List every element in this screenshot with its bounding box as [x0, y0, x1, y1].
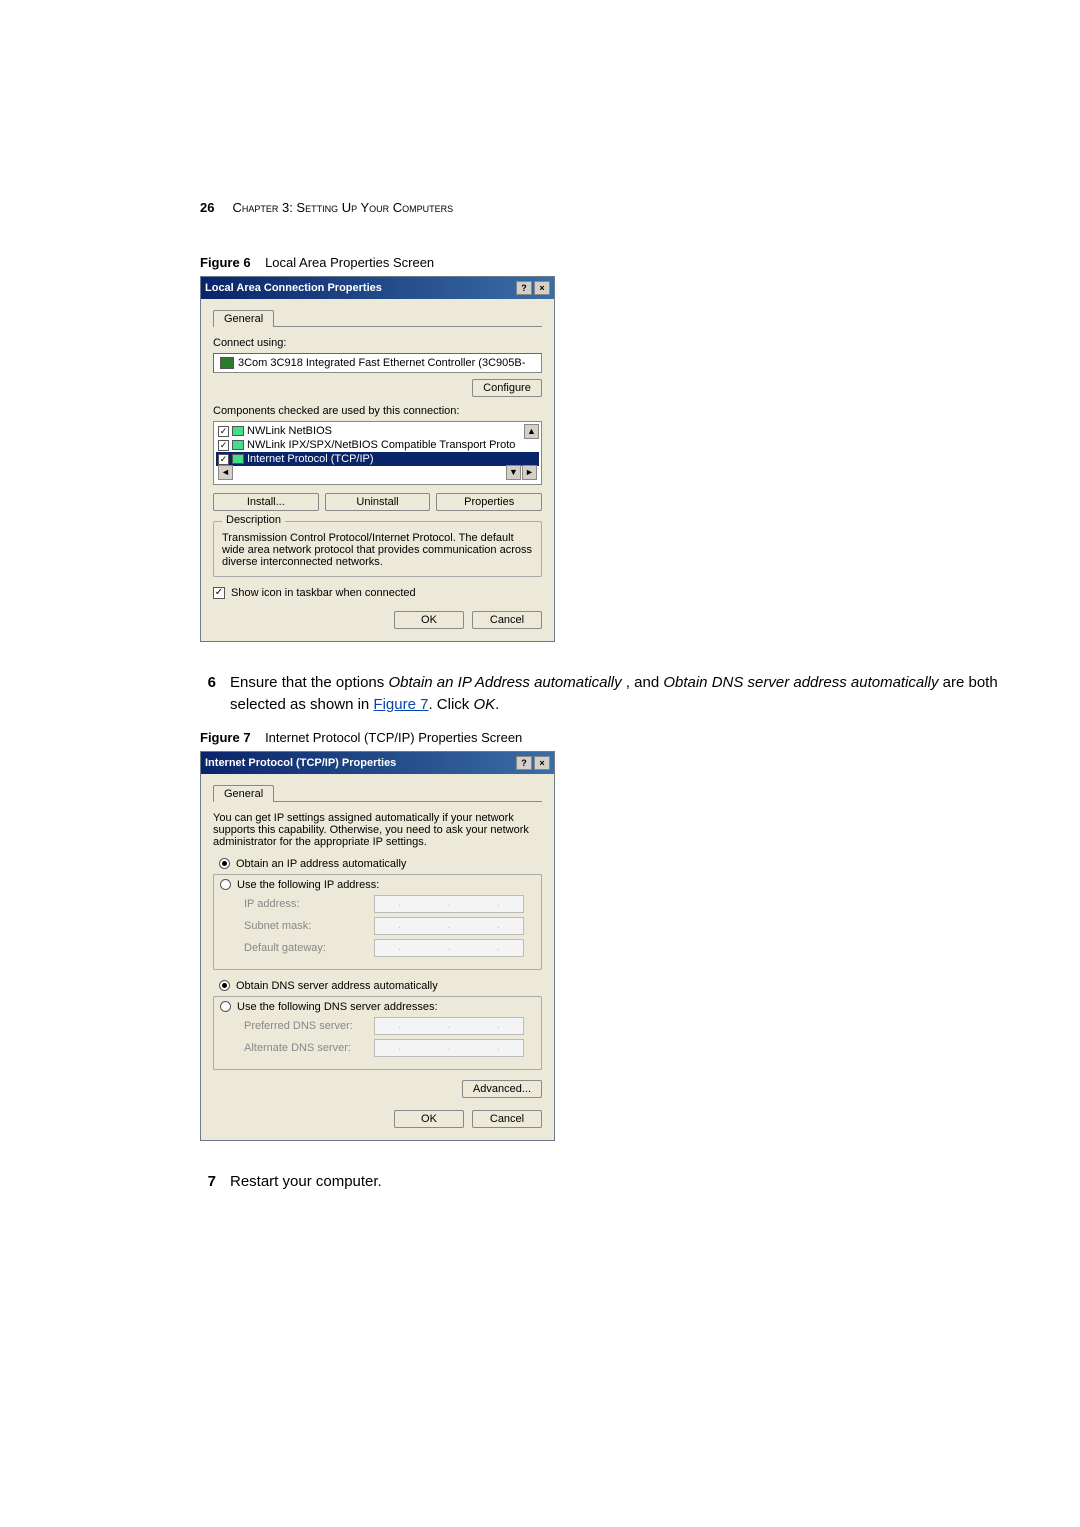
protocol-icon — [232, 426, 244, 436]
option-obtain-ip: Obtain an IP Address automatically — [388, 674, 621, 691]
description-text: Transmission Control Protocol/Internet P… — [222, 532, 533, 568]
subnet-label: Subnet mask: — [244, 920, 374, 932]
adapter-name: 3Com 3C918 Integrated Fast Ethernet Cont… — [238, 357, 525, 369]
running-header: 26 Chapter 3: Setting Up Your Computers — [200, 200, 1000, 215]
list-item-label: NWLink IPX/SPX/NetBIOS Compatible Transp… — [247, 439, 515, 451]
properties-button[interactable]: Properties — [436, 493, 542, 511]
description-groupbox: Description Transmission Control Protoco… — [213, 521, 542, 577]
radio-icon[interactable] — [219, 980, 230, 991]
radio-label: Obtain DNS server address automatically — [236, 980, 438, 992]
radio-use-dns[interactable]: Use the following DNS server addresses: — [220, 1001, 533, 1013]
radio-icon[interactable] — [220, 1001, 231, 1012]
list-item[interactable]: ✓ NWLink NetBIOS — [216, 424, 539, 438]
dialog-titlebar: Local Area Connection Properties ? × — [201, 277, 554, 299]
configure-button[interactable]: Configure — [472, 379, 542, 397]
scroll-down-icon[interactable]: ▼ — [506, 465, 521, 480]
subnet-input: ... — [374, 917, 524, 935]
checkbox-icon[interactable]: ✓ — [218, 426, 229, 437]
protocol-icon — [232, 440, 244, 450]
pref-dns-label: Preferred DNS server: — [244, 1020, 374, 1032]
ok-button[interactable]: OK — [394, 1110, 464, 1128]
list-item-selected[interactable]: ✓ Internet Protocol (TCP/IP) — [216, 452, 539, 466]
checkbox-icon[interactable]: ✓ — [218, 454, 229, 465]
protocol-icon — [232, 454, 244, 464]
chapter-label: Chapter 3: Setting Up Your Computers — [232, 200, 453, 215]
dialog-title: Internet Protocol (TCP/IP) Properties — [205, 757, 396, 769]
alt-dns-label: Alternate DNS server: — [244, 1042, 374, 1054]
alt-dns-input: ... — [374, 1039, 524, 1057]
intro-text: You can get IP settings assigned automat… — [213, 812, 542, 848]
radio-icon[interactable] — [219, 858, 230, 869]
figure7-caption-text: Internet Protocol (TCP/IP) Properties Sc… — [265, 730, 522, 745]
scroll-up-icon[interactable]: ▲ — [524, 424, 539, 439]
radio-label: Obtain an IP address automatically — [236, 858, 406, 870]
uninstall-button[interactable]: Uninstall — [325, 493, 431, 511]
radio-icon[interactable] — [220, 879, 231, 890]
adapter-field: 3Com 3C918 Integrated Fast Ethernet Cont… — [213, 353, 542, 373]
ip-address-label: IP address: — [244, 898, 374, 910]
radio-label: Use the following DNS server addresses: — [237, 1001, 438, 1013]
step-body: Restart your computer. — [230, 1171, 382, 1193]
figure7-link[interactable]: Figure 7 — [373, 696, 428, 713]
step-6: 6 Ensure that the options Obtain an IP A… — [200, 672, 1000, 716]
figure6-caption-text: Local Area Properties Screen — [265, 255, 434, 270]
show-icon-checkbox-row[interactable]: ✓ Show icon in taskbar when connected — [213, 587, 542, 599]
ok-word: OK — [473, 696, 495, 713]
radio-label: Use the following IP address: — [237, 879, 379, 891]
radio-obtain-dns[interactable]: Obtain DNS server address automatically — [219, 980, 542, 992]
cancel-button[interactable]: Cancel — [472, 611, 542, 629]
dialog-title: Local Area Connection Properties — [205, 282, 382, 294]
option-obtain-dns: Obtain DNS server address automatically — [663, 674, 938, 691]
gateway-input: ... — [374, 939, 524, 957]
scroll-left-icon[interactable]: ◄ — [218, 465, 233, 480]
figure6-caption-prefix: Figure 6 — [200, 255, 251, 270]
step-number: 7 — [200, 1171, 216, 1193]
tab-general[interactable]: General — [213, 310, 274, 327]
list-item-label: Internet Protocol (TCP/IP) — [247, 453, 374, 465]
ip-address-input: ... — [374, 895, 524, 913]
tab-general[interactable]: General — [213, 785, 274, 802]
gateway-label: Default gateway: — [244, 942, 374, 954]
help-icon[interactable]: ? — [516, 756, 532, 770]
step-number: 6 — [200, 672, 216, 716]
show-icon-label: Show icon in taskbar when connected — [231, 587, 416, 599]
connect-using-label: Connect using: — [213, 337, 542, 349]
ok-button[interactable]: OK — [394, 611, 464, 629]
radio-obtain-ip[interactable]: Obtain an IP address automatically — [219, 858, 542, 870]
page-number: 26 — [200, 200, 214, 215]
close-icon[interactable]: × — [534, 281, 550, 295]
advanced-button[interactable]: Advanced... — [462, 1080, 542, 1098]
step-7: 7 Restart your computer. — [200, 1171, 1000, 1193]
description-legend: Description — [222, 514, 285, 526]
list-item[interactable]: ✓ NWLink IPX/SPX/NetBIOS Compatible Tran… — [216, 438, 539, 452]
pref-dns-input: ... — [374, 1017, 524, 1035]
checkbox-icon[interactable]: ✓ — [213, 587, 225, 599]
dialog-titlebar: Internet Protocol (TCP/IP) Properties ? … — [201, 752, 554, 774]
radio-use-ip[interactable]: Use the following IP address: — [220, 879, 533, 891]
nic-icon — [220, 357, 234, 369]
checkbox-icon[interactable]: ✓ — [218, 440, 229, 451]
list-item-label: NWLink NetBIOS — [247, 425, 332, 437]
figure7-caption: Figure 7 Internet Protocol (TCP/IP) Prop… — [200, 730, 1000, 745]
step-body: Ensure that the options Obtain an IP Add… — [230, 672, 1000, 716]
help-icon[interactable]: ? — [516, 281, 532, 295]
local-area-properties-dialog: Local Area Connection Properties ? × Gen… — [200, 276, 555, 642]
cancel-button[interactable]: Cancel — [472, 1110, 542, 1128]
tcpip-properties-dialog: Internet Protocol (TCP/IP) Properties ? … — [200, 751, 555, 1141]
components-listbox[interactable]: ▲ ✓ NWLink NetBIOS ✓ NWLink IPX/SPX/NetB… — [213, 421, 542, 485]
install-button[interactable]: Install... — [213, 493, 319, 511]
components-label: Components checked are used by this conn… — [213, 405, 542, 417]
close-icon[interactable]: × — [534, 756, 550, 770]
scroll-right-icon[interactable]: ► — [522, 465, 537, 480]
figure7-caption-prefix: Figure 7 — [200, 730, 251, 745]
figure6-caption: Figure 6 Local Area Properties Screen — [200, 255, 1000, 270]
